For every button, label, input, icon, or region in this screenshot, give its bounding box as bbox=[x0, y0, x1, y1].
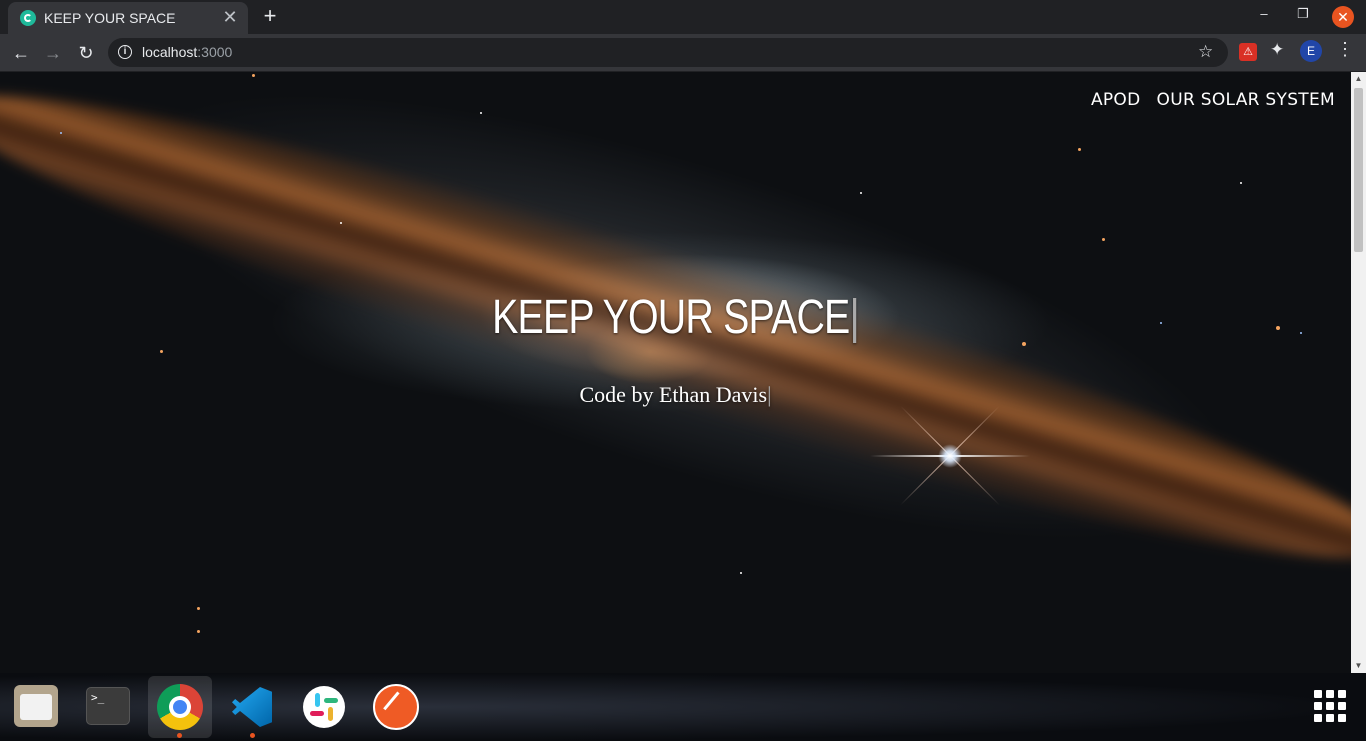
site-favicon-icon bbox=[20, 10, 36, 26]
scroll-down-arrow-icon[interactable]: ▼ bbox=[1351, 659, 1366, 673]
slack-icon[interactable] bbox=[298, 681, 350, 733]
nav-link-solar-system[interactable]: OUR SOLAR SYSTEM bbox=[1157, 90, 1335, 110]
back-arrow-icon[interactable]: ← bbox=[8, 40, 34, 66]
bright-star bbox=[938, 444, 962, 468]
star bbox=[1276, 326, 1280, 330]
star bbox=[740, 572, 742, 574]
reload-icon[interactable]: ↻ bbox=[73, 40, 99, 66]
star bbox=[860, 192, 862, 194]
typing-cursor: | bbox=[849, 291, 859, 344]
postman-icon[interactable] bbox=[370, 681, 422, 733]
terminal-prompt-icon: >_ bbox=[91, 691, 105, 704]
new-tab-button[interactable]: + bbox=[258, 4, 282, 28]
forward-arrow-icon[interactable]: → bbox=[40, 40, 66, 66]
star bbox=[160, 350, 163, 353]
tab-strip: KEEP YOUR SPACE ✕ + – ❐ ✕ bbox=[0, 0, 1366, 34]
restore-button[interactable]: ❐ bbox=[1293, 6, 1313, 22]
star bbox=[1102, 238, 1105, 241]
typing-cursor: | bbox=[767, 382, 772, 407]
scroll-thumb[interactable] bbox=[1354, 88, 1363, 252]
window-close-button[interactable]: ✕ bbox=[1332, 6, 1354, 28]
star bbox=[1078, 148, 1081, 151]
nav-link-apod[interactable]: APOD bbox=[1091, 90, 1141, 110]
scroll-up-arrow-icon[interactable]: ▲ bbox=[1351, 72, 1366, 86]
star bbox=[60, 132, 62, 134]
tab-title: KEEP YOUR SPACE bbox=[44, 10, 176, 26]
browser-tab[interactable]: KEEP YOUR SPACE ✕ bbox=[8, 2, 248, 34]
hero-subtitle: Code by Ethan Davis| bbox=[579, 382, 772, 407]
taskbar-dock: >_ bbox=[0, 673, 1366, 741]
app-grid-icon[interactable] bbox=[1314, 690, 1346, 722]
vscode-icon[interactable] bbox=[226, 681, 278, 733]
star bbox=[252, 74, 255, 77]
profile-avatar[interactable]: E bbox=[1300, 40, 1322, 62]
hero-title: KEEP YOUR SPACE| bbox=[492, 291, 860, 344]
top-nav: APOD OUR SOLAR SYSTEM bbox=[1091, 90, 1335, 110]
chrome-icon[interactable] bbox=[148, 676, 212, 738]
site-info-icon[interactable]: i bbox=[118, 45, 132, 59]
bookmark-star-icon[interactable]: ☆ bbox=[1198, 42, 1213, 62]
star bbox=[340, 222, 342, 224]
star bbox=[197, 630, 200, 633]
address-bar[interactable]: i localhost:3000 ☆ bbox=[108, 38, 1228, 67]
minimize-button[interactable]: – bbox=[1254, 6, 1274, 21]
running-indicator bbox=[250, 733, 255, 738]
star bbox=[197, 607, 200, 610]
hero-section: APOD OUR SOLAR SYSTEM KEEP YOUR SPACE| C… bbox=[0, 72, 1351, 673]
files-icon[interactable] bbox=[10, 681, 62, 733]
url-text[interactable]: localhost:3000 bbox=[142, 44, 232, 60]
page-scrollbar[interactable]: ▲ ▼ bbox=[1351, 72, 1366, 673]
star bbox=[1240, 182, 1242, 184]
tab-close-icon[interactable]: ✕ bbox=[218, 6, 242, 30]
browser-menu-icon[interactable]: ⋮ bbox=[1336, 39, 1354, 60]
extensions-puzzle-icon[interactable]: ✦ bbox=[1270, 40, 1284, 60]
star bbox=[1300, 332, 1302, 334]
star bbox=[480, 112, 482, 114]
browser-toolbar: ← → ↻ i localhost:3000 ☆ bbox=[0, 34, 1366, 72]
running-indicator bbox=[177, 733, 182, 738]
terminal-icon[interactable]: >_ bbox=[82, 681, 134, 733]
extension-icon[interactable]: ⚠ bbox=[1239, 43, 1257, 61]
